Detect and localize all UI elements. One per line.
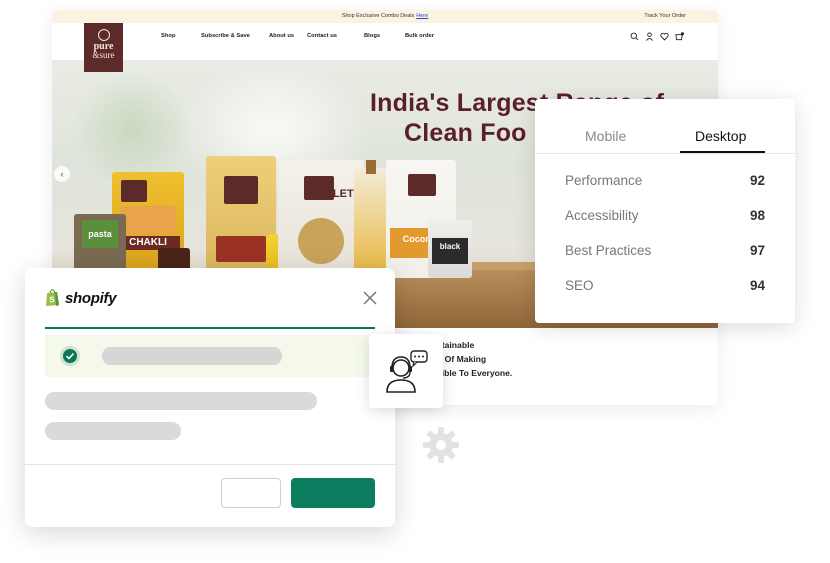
metric-label: Best Practices [565,243,652,258]
hero-tagline: stainable n Of Making sible To Everyone. [437,340,513,378]
menu-item-about[interactable]: About us [269,33,307,39]
modal-footer-divider [25,464,395,465]
close-icon[interactable] [363,291,377,305]
success-row [45,335,375,377]
metric-label: Performance [565,173,643,188]
account-icon[interactable] [645,32,654,41]
site-nav: pure &sure Shop Subscribe & Save About u… [52,23,718,72]
metric-score: 92 [749,173,765,188]
svg-text:S: S [49,296,55,305]
product-millet: MILLET [278,160,364,278]
site-logo[interactable]: pure &sure [84,23,123,72]
active-tab-indicator [680,151,765,153]
shopify-bag-icon: S [46,289,59,306]
menu-item-bulk-order[interactable]: Bulk order [405,33,445,39]
main-menu: Shop Subscribe & Save About us Contact u… [161,33,445,39]
check-circle-icon [60,346,80,366]
menu-item-subscribe[interactable]: Subscribe & Save [201,33,269,39]
cart-icon[interactable] [675,32,684,41]
menu-item-contact[interactable]: Contact us [307,33,364,39]
menu-item-shop[interactable]: Shop [161,33,201,39]
metric-score: 94 [749,278,765,293]
announcement-bar: Shop Exclusive Combo Deals Here Track You… [52,10,718,23]
logo-text-sure: &sure [92,50,115,60]
shopify-modal: S shopify [25,268,395,527]
nav-icons [630,32,684,41]
performance-score-card: Mobile Desktop Performance 92 Accessibil… [535,99,795,323]
search-icon[interactable] [630,32,639,41]
placeholder-bar [45,422,181,440]
wishlist-heart-icon[interactable] [660,32,669,41]
metric-label: SEO [565,278,594,293]
product-oil-bottle [354,160,388,278]
confirm-button[interactable] [291,478,375,508]
gear-icon [423,427,459,463]
tab-desktop[interactable]: Desktop [695,128,746,144]
metric-label: Accessibility [565,208,639,223]
shopify-logo: S shopify [45,289,117,307]
announcement-text: Shop Exclusive Combo Deals [341,13,415,19]
product-black-pepper: black [428,220,472,278]
device-tabs: Mobile Desktop [535,99,795,154]
menu-item-blogs[interactable]: Blogs [364,33,405,39]
progress-line [45,327,375,329]
metric-best-practices: Best Practices 97 [565,243,765,261]
support-agent-card [369,334,443,408]
placeholder-bar [102,347,282,365]
track-order-link[interactable]: Track Your Order [644,13,686,19]
tab-mobile[interactable]: Mobile [585,128,626,144]
metric-accessibility: Accessibility 98 [565,208,765,226]
placeholder-bar [45,392,317,410]
shopify-wordmark: shopify [65,289,117,307]
metric-performance: Performance 92 [565,173,765,191]
announcement-link[interactable]: Here [416,13,428,19]
metric-seo: SEO 94 [565,278,765,296]
support-agent-icon [386,350,428,393]
carousel-prev-button[interactable]: ‹ [54,166,70,182]
logo-emblem-icon [97,29,110,41]
cancel-button[interactable] [221,478,281,508]
metric-score: 98 [749,208,765,223]
metric-score: 97 [749,243,765,258]
